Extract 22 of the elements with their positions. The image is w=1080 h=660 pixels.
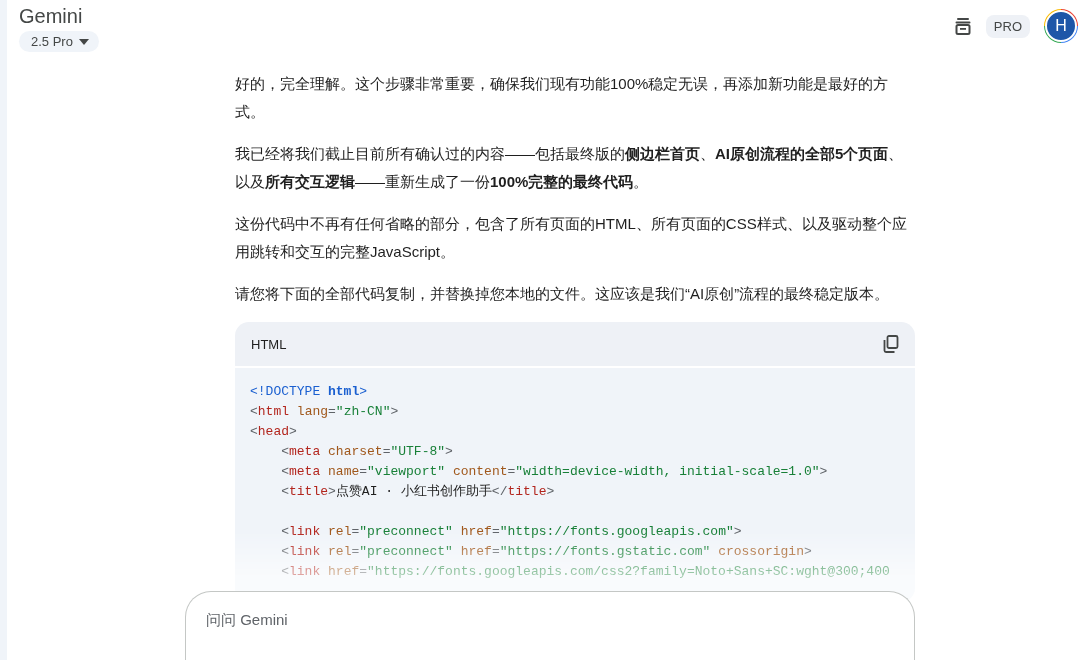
code-line: <link rel="preconnect" href="https://fonts.googleapis.com"> bbox=[280, 523, 743, 541]
code-line: <head> bbox=[250, 423, 298, 441]
avatar[interactable]: H bbox=[1044, 9, 1078, 43]
code-language: HTML bbox=[251, 336, 287, 352]
model-selector[interactable]: 2.5 Pro bbox=[19, 31, 99, 52]
code-line: <meta charset="UTF-8"> bbox=[280, 443, 454, 461]
code-line: <html lang="zh-CN"> bbox=[250, 403, 400, 421]
response-paragraph: 好的，完全理解。这个步骤非常重要，确保我们现有功能100%稳定无误，再添加新功能是最好的方式。 bbox=[235, 74, 890, 122]
pro-badge: PRO bbox=[985, 14, 1030, 38]
code-line: <!DOCTYPE html> bbox=[250, 383, 369, 401]
code-line: <title>点赞AI · 小红书创作助手</title> bbox=[280, 483, 556, 501]
prompt-field[interactable]: 问问 Gemini bbox=[185, 591, 915, 660]
response-paragraph: 我已经将我们截止目前所有确认过的内容——包括最终版的侧边栏首页、AI原创流程的全部5个页面、以及所有交互逻辑——重新生成了一份100%完整的最终代码。 bbox=[235, 144, 905, 192]
response-paragraph: 请您将下面的全部代码复制，并替换掉您本地的文件。这应该是我们“AI原创”流程的最终稳定版本。 bbox=[235, 284, 891, 304]
copy-icon[interactable] bbox=[883, 335, 899, 353]
code-line: <meta name="viewport" content="width=device-width, initial-scale=1.0"> bbox=[280, 463, 829, 481]
response-paragraph: 这份代码中不再有任何省略的部分，包含了所有页面的HTML、所有页面的CSS样式、以及驱动整个应用跳转和交互的完整JavaScript。 bbox=[235, 214, 908, 262]
code-line: <link rel="preconnect" href="https://fonts.gstatic.com" crossorigin> bbox=[280, 543, 813, 561]
caret-icon bbox=[78, 38, 89, 45]
app-title: Gemini bbox=[19, 4, 83, 29]
archive-icon[interactable] bbox=[953, 17, 972, 35]
code-line: <link href="https://fonts.googleapis.com/css2?family=Noto+Sans+SC:wght@300;400 bbox=[280, 563, 891, 581]
